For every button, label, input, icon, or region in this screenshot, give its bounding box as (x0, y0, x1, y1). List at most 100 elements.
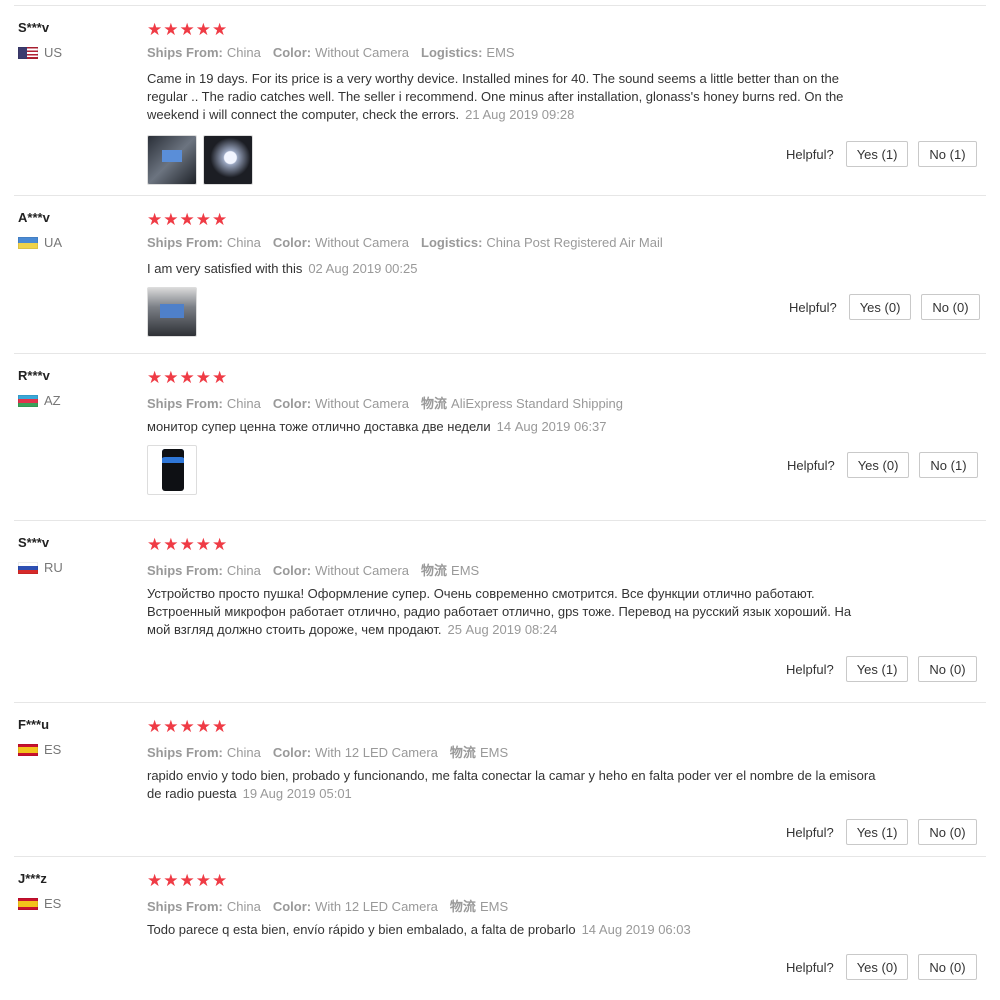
order-info-value: Without Camera (315, 563, 410, 578)
helpful-no-button[interactable]: No (0) (918, 819, 977, 845)
review-text: I am very satisfied with this 02 Aug 2019… (147, 260, 877, 278)
order-info-key: Color: (272, 899, 312, 914)
review-photo-thumbnail[interactable] (147, 445, 197, 495)
order-info-key: Color: (272, 745, 312, 760)
order-info-value: Without Camera (315, 396, 410, 411)
review-date: 02 Aug 2019 00:25 (308, 261, 418, 276)
helpful-yes-button[interactable]: Yes (1) (845, 656, 909, 682)
helpful-no-button[interactable]: No (0) (918, 656, 977, 682)
helpful-vote: Helpful? Yes (1) No (1) (786, 141, 977, 167)
review-separator (14, 5, 986, 6)
helpful-label: Helpful? (786, 661, 834, 677)
order-info-value: China (226, 745, 261, 760)
country-flag-icon (18, 46, 38, 59)
reviewer-country: ES (18, 896, 61, 911)
review-photo-thumbnail[interactable] (147, 135, 197, 185)
review-list: S***v US ★★★★★ Ships From: China Color: Withou… (0, 0, 1000, 1000)
helpful-vote: Helpful? Yes (0) No (0) (786, 954, 977, 980)
review-body: I am very satisfied with this (147, 261, 303, 276)
order-info-value: China (226, 899, 261, 914)
review-photo-thumbnail[interactable] (147, 287, 197, 337)
order-info-value: Without Camera (315, 235, 410, 250)
order-info-value: With 12 LED Camera (315, 745, 438, 760)
review-separator (14, 353, 986, 354)
review-separator (14, 856, 986, 857)
helpful-no-button[interactable]: No (0) (918, 954, 977, 980)
order-info-value: China (226, 563, 261, 578)
helpful-label: Helpful? (789, 299, 837, 315)
helpful-label: Helpful? (787, 457, 835, 473)
reviewer-name: A***v (18, 210, 50, 225)
review-photo-thumbnail[interactable] (203, 135, 253, 185)
order-info-key: Ships From: (147, 899, 223, 914)
star-rating: ★★★★★ (147, 368, 229, 387)
order-info: Ships From: China Color: With 12 LED Camera… (147, 896, 520, 915)
order-info-value: EMS (479, 745, 509, 760)
reviewer-country: ES (18, 742, 61, 757)
helpful-yes-button[interactable]: Yes (0) (848, 294, 912, 320)
reviewer-name: R***v (18, 368, 50, 383)
star-rating: ★★★★★ (147, 535, 229, 554)
helpful-label: Helpful? (786, 146, 834, 162)
reviewer-name: F***u (18, 717, 50, 732)
country-code: UA (44, 235, 63, 250)
order-info-key: Ships From: (147, 563, 223, 578)
helpful-yes-button[interactable]: Yes (1) (845, 141, 909, 167)
review-separator (14, 520, 986, 521)
country-flag-icon (18, 743, 38, 756)
reviewer-name: S***v (18, 535, 50, 550)
helpful-yes-button[interactable]: Yes (0) (845, 954, 909, 980)
review-body: Todo parece q esta bien, envío rápido y … (147, 922, 576, 937)
order-info: Ships From: China Color: Without Camera Logi… (147, 235, 675, 250)
country-code: ES (44, 742, 62, 757)
reviewer-country: AZ (18, 393, 61, 408)
order-info-key: 物流 (449, 745, 476, 760)
review-date: 14 Aug 2019 06:03 (581, 922, 691, 937)
country-flag-icon (18, 236, 38, 249)
order-info-value: China (226, 235, 261, 250)
star-rating: ★★★★★ (147, 210, 229, 229)
order-info-value: China (226, 396, 261, 411)
helpful-no-button[interactable]: No (0) (921, 294, 980, 320)
order-info: Ships From: China Color: Without Camera 物流 Al… (147, 393, 635, 412)
review-text: Устройство просто пушка! Оформление супе… (147, 585, 877, 639)
star-rating: ★★★★★ (147, 871, 229, 890)
order-info-value: China (226, 45, 261, 60)
order-info-key: Ships From: (147, 235, 223, 250)
order-info-key: 物流 (449, 899, 476, 914)
review-body: монитор супер ценна тоже отлично доставк… (147, 419, 491, 434)
order-info-value: With 12 LED Camera (315, 899, 438, 914)
order-info-key: Color: (272, 396, 312, 411)
country-code: AZ (44, 393, 61, 408)
order-info-key: Logistics: (421, 235, 483, 250)
order-info-key: Ships From: (147, 396, 223, 411)
star-rating: ★★★★★ (147, 20, 229, 39)
order-info-key: 物流 (421, 563, 448, 578)
reviewer-country: RU (18, 560, 63, 575)
order-info-key: Ships From: (147, 745, 223, 760)
helpful-yes-button[interactable]: Yes (0) (846, 452, 910, 478)
order-info-value: EMS (486, 45, 515, 60)
review-date: 21 Aug 2019 09:28 (465, 107, 575, 122)
review-photos (147, 445, 197, 495)
order-info-key: Color: (272, 235, 312, 250)
star-rating: ★★★★★ (147, 717, 229, 736)
helpful-label: Helpful? (786, 959, 834, 975)
order-info-key: Color: (272, 563, 312, 578)
helpful-no-button[interactable]: No (1) (918, 141, 977, 167)
review-text: монитор супер ценна тоже отлично доставк… (147, 418, 877, 436)
country-code: ES (44, 896, 62, 911)
helpful-vote: Helpful? Yes (0) No (0) (789, 294, 980, 320)
review-text: rapido envio y todo bien, probado y func… (147, 767, 877, 803)
order-info: Ships From: China Color: With 12 LED Camera… (147, 742, 520, 761)
order-info-key: Color: (272, 45, 312, 60)
review-text: Todo parece q esta bien, envío rápido y … (147, 921, 877, 939)
country-code: RU (44, 560, 63, 575)
review-photos (147, 287, 197, 337)
reviewer-name: J***z (18, 871, 47, 886)
helpful-no-button[interactable]: No (1) (919, 452, 978, 478)
review-separator (14, 702, 986, 703)
helpful-yes-button[interactable]: Yes (1) (845, 819, 909, 845)
order-info-value: EMS (451, 563, 480, 578)
review-separator (14, 195, 986, 196)
